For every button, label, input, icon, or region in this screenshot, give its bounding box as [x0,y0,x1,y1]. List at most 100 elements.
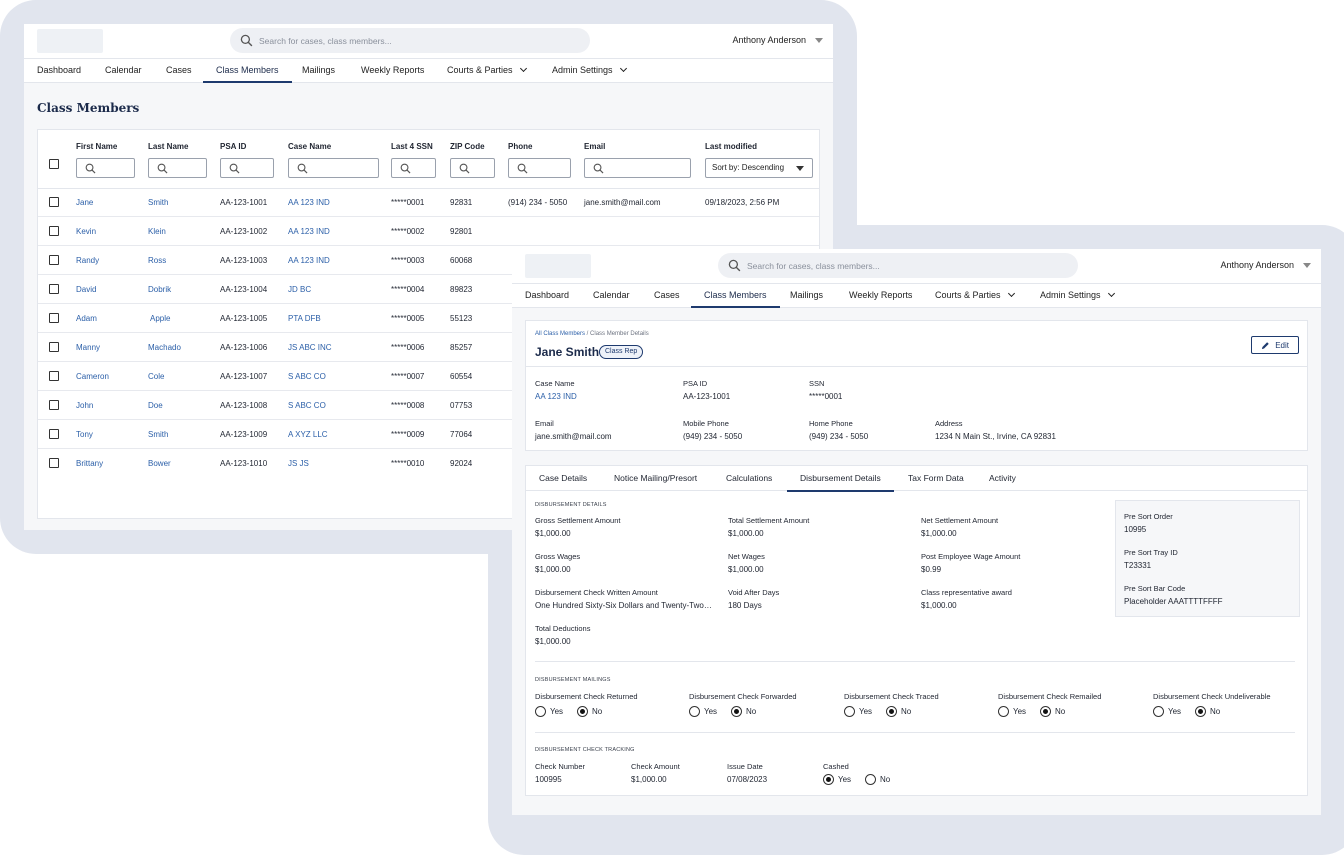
nav-courts-parties[interactable]: Courts & Parties [935,284,1015,308]
nav-mailings[interactable]: Mailings [790,284,823,308]
nav-weekly-reports[interactable]: Weekly Reports [361,59,424,83]
nav-dashboard[interactable]: Dashboard [37,59,81,83]
first-name-link[interactable]: John [76,401,93,410]
tab-activity[interactable]: Activity [989,466,1016,491]
row-checkbox[interactable] [49,226,59,236]
global-search-input[interactable]: Search for cases, class members... [718,253,1078,278]
nav-admin-settings[interactable]: Admin Settings [552,59,627,83]
filter-zip[interactable] [450,158,495,178]
filter-email[interactable] [584,158,691,178]
check-remailed-yes-radio[interactable] [998,706,1009,717]
col-header-psa-id[interactable]: PSA ID [220,142,246,151]
case-name-link[interactable]: AA 123 IND [535,392,577,401]
case-name-link[interactable]: JD BC [288,285,311,294]
check-undeliverable-yes-radio[interactable] [1153,706,1164,717]
row-checkbox[interactable] [49,371,59,381]
first-name-link[interactable]: David [76,285,96,294]
check-forwarded-yes-radio[interactable] [689,706,700,717]
case-name-link[interactable]: S ABC CO [288,372,326,381]
first-name-link[interactable]: Randy [76,256,99,265]
last-name-link[interactable]: Doe [148,401,163,410]
nav-class-members[interactable]: Class Members [203,59,291,83]
filter-first-name[interactable] [76,158,135,178]
row-checkbox[interactable] [49,255,59,265]
nav-courts-parties[interactable]: Courts & Parties [447,59,527,83]
tab-case-details[interactable]: Case Details [539,466,587,491]
tab-disbursement-details[interactable]: Disbursement Details [787,466,894,492]
first-name-link[interactable]: Jane [76,198,93,207]
last-name-link[interactable]: Smith [148,430,168,439]
last-name-link[interactable]: Bower [148,459,171,468]
case-name-link[interactable]: S ABC CO [288,401,326,410]
check-traced-no-radio[interactable] [886,706,897,717]
col-header-email[interactable]: Email [584,142,605,151]
row-checkbox[interactable] [49,342,59,352]
filter-last-name[interactable] [148,158,207,178]
row-checkbox[interactable] [49,284,59,294]
nav-mailings[interactable]: Mailings [302,59,335,83]
row-checkbox[interactable] [49,400,59,410]
last-name-link[interactable]: Ross [148,256,166,265]
edit-button[interactable]: Edit [1251,336,1299,354]
first-name-link[interactable]: Brittany [76,459,103,468]
row-checkbox[interactable] [49,429,59,439]
sort-select[interactable]: Sort by: Descending [705,158,813,178]
tab-calculations[interactable]: Calculations [726,466,772,491]
first-name-link[interactable]: Tony [76,430,93,439]
case-name-link[interactable]: A XYZ LLC [288,430,328,439]
cashed-yes-radio[interactable] [823,774,834,785]
last-name-link[interactable]: Dobrik [148,285,171,294]
filter-psa-id[interactable] [220,158,274,178]
case-name-link[interactable]: PTA DFB [288,314,321,323]
row-checkbox[interactable] [49,458,59,468]
first-name-link[interactable]: Kevin [76,227,96,236]
col-header-last4-ssn[interactable]: Last 4 SSN [391,142,433,151]
global-search-input[interactable]: Search for cases, class members... [230,28,590,53]
case-name-link[interactable]: JS ABC INC [288,343,332,352]
check-forwarded-no-radio[interactable] [731,706,742,717]
check-returned-no-radio[interactable] [577,706,588,717]
check-undeliverable-no-radio[interactable] [1195,706,1206,717]
col-header-last-modified[interactable]: Last modified [705,142,757,151]
nav-cases[interactable]: Cases [654,284,680,308]
filter-case-name[interactable] [288,158,379,178]
last-name-link[interactable]: Klein [148,227,166,236]
last-name-link[interactable]: Machado [148,343,181,352]
first-name-link[interactable]: Cameron [76,372,109,381]
filter-phone[interactable] [508,158,571,178]
nav-weekly-reports[interactable]: Weekly Reports [849,284,912,308]
nav-cases[interactable]: Cases [166,59,192,83]
row-checkbox[interactable] [49,313,59,323]
tab-tax-form-data[interactable]: Tax Form Data [908,466,964,491]
nav-dashboard[interactable]: Dashboard [525,284,569,308]
table-row[interactable]: Kevin Klein AA-123-1002 AA 123 IND *****… [38,217,819,246]
last-name-link[interactable]: Cole [148,372,164,381]
col-header-zip[interactable]: ZIP Code [450,142,485,151]
first-name-link[interactable]: Adam [76,314,97,323]
col-header-case-name[interactable]: Case Name [288,142,331,151]
breadcrumb-all-class-members[interactable]: All Class Members [535,331,585,337]
col-header-phone[interactable]: Phone [508,142,532,151]
case-name-link[interactable]: AA 123 IND [288,227,330,236]
row-checkbox[interactable] [49,197,59,207]
select-all-checkbox[interactable] [49,159,59,169]
case-name-link[interactable]: AA 123 IND [288,198,330,207]
user-menu[interactable]: Anthony Anderson [732,35,823,45]
first-name-link[interactable]: Manny [76,343,100,352]
col-header-last-name[interactable]: Last Name [148,142,188,151]
check-returned-yes-radio[interactable] [535,706,546,717]
table-row[interactable]: Jane Smith AA-123-1001 AA 123 IND *****0… [38,188,819,217]
nav-class-members[interactable]: Class Members [691,284,779,308]
col-header-first-name[interactable]: First Name [76,142,117,151]
last-name-link[interactable]: Apple [150,314,170,323]
cashed-no-radio[interactable] [865,774,876,785]
nav-calendar[interactable]: Calendar [105,59,142,83]
nav-calendar[interactable]: Calendar [593,284,630,308]
tab-notice-mailing-presort[interactable]: Notice Mailing/Presort [614,466,697,491]
check-traced-yes-radio[interactable] [844,706,855,717]
filter-last4-ssn[interactable] [391,158,436,178]
last-name-link[interactable]: Smith [148,198,168,207]
case-name-link[interactable]: JS JS [288,459,309,468]
case-name-link[interactable]: AA 123 IND [288,256,330,265]
nav-admin-settings[interactable]: Admin Settings [1040,284,1115,308]
